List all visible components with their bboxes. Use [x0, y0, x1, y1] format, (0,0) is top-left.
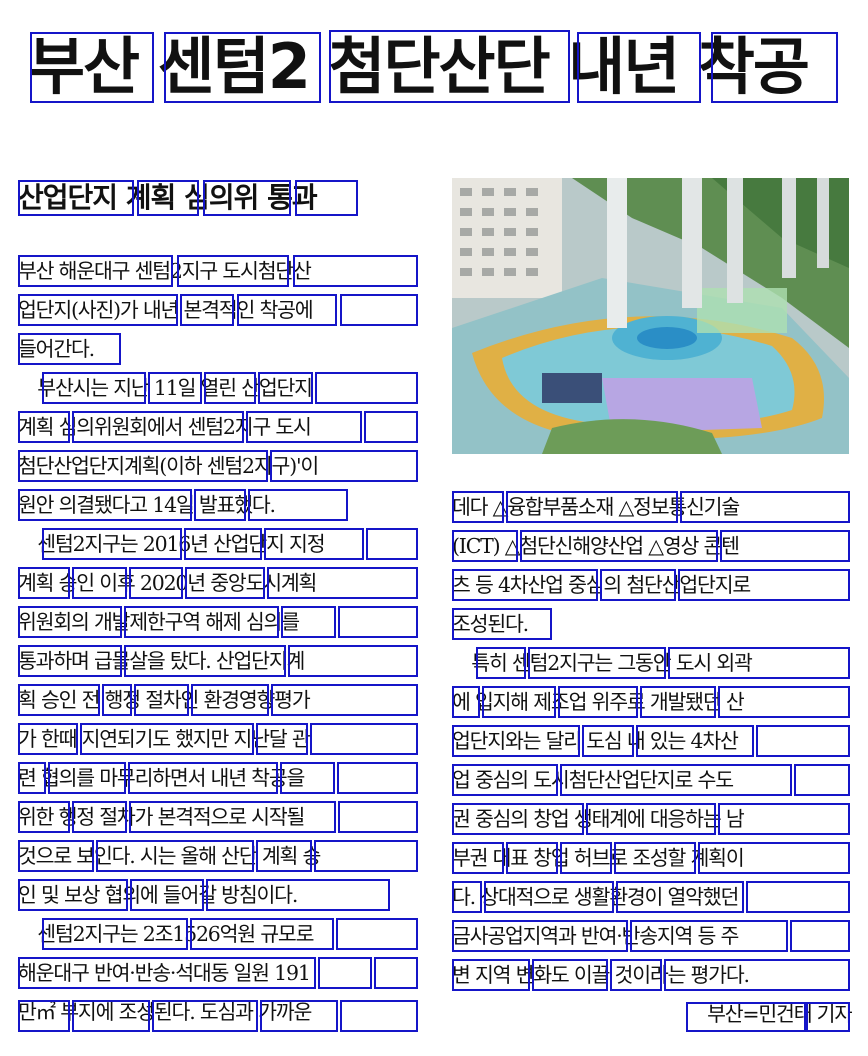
body-line: 위한 행정 절차가 본격적으로 시작될 [18, 805, 305, 829]
body-line: 것으로 보인다. 시는 올해 산단 계획 승 [18, 844, 321, 868]
body-line: 업 중심의 도시첨단산업단지로 수도 [452, 768, 734, 792]
body-line: 들어간다. [18, 337, 95, 361]
body-line: 만㎡ 부지에 조성된다. 도심과 가까운 [18, 1000, 312, 1024]
body-line: 데다 △융합부품소재 △정보통신기술 [452, 495, 740, 519]
body-line: 변 지역 변화도 이끌 것이라는 평가다. [452, 963, 750, 987]
subheadline: 산업단지 계획 심의위 통과 [18, 181, 318, 214]
body-line: 원안 의결됐다고 14일 발표했다. [18, 493, 276, 517]
body-line: 통과하며 급물살을 탔다. 산업단지계 [18, 649, 305, 673]
body-line: 해운대구 반여·반송·석대동 일원 191 [18, 961, 311, 985]
byline: 부산=민건태 기자 [707, 1002, 852, 1026]
body-line: 위원회의 개발제한구역 해제 심의를 [18, 610, 300, 634]
body-line: 획 승인 전 행정 절차인 환경영향평가 [18, 688, 311, 712]
body-line: 계획 승인 이후 2020년 중앙도시계획 [18, 571, 317, 595]
body-line: 권 중심의 창업 생태계에 대응하는 남 [452, 807, 745, 831]
body-line: 센텀2지구는 2조1526억원 규모로 [18, 922, 314, 946]
body-line: 업단지와는 달리 도심 내 있는 4차산 [452, 729, 739, 753]
body-line: 계획 심의위원회에서 센텀2지구 도시 [18, 415, 312, 439]
body-line: 련 협의를 마무리하면서 내년 착공을 [18, 766, 305, 790]
article-photo [452, 178, 849, 454]
body-line: 부산 해운대구 센텀2지구 도시첨단산 [18, 259, 312, 283]
headline: 부산 센텀2 첨단산단 내년 착공 [28, 30, 810, 103]
left-column: 부산 해운대구 센텀2지구 도시첨단산 업단지(사진)가 내년 본격적인 착공에… [18, 252, 422, 1032]
body-line: 부산시는 지난 11일 열린 산업단지 [18, 376, 313, 400]
body-line: 첨단산업단지계획(이하 센텀2지구)'이 [18, 454, 319, 478]
right-column: 데다 △융합부품소재 △정보통신기술 (ICT) △첨단신해양산업 △영상 콘텐… [452, 488, 852, 1034]
body-line: 특히 센텀2지구는 그동안 도시 외곽 [452, 651, 753, 675]
body-line: 츠 등 4차산업 중심의 첨단산업단지로 [452, 573, 751, 597]
body-line: 에 입지해 제조업 위주로 개발됐던 산 [452, 690, 745, 714]
body-line: 다. 상대적으로 생활환경이 열악했던 [452, 885, 739, 909]
body-line: 금사공업지역과 반여·반송지역 등 주 [452, 924, 739, 948]
body-line: 가 한때 지연되기도 했지만 지난달 관 [18, 727, 311, 751]
body-line: 업단지(사진)가 내년 본격적인 착공에 [18, 298, 314, 322]
body-line: 센텀2지구는 2016년 산업단지 지정 [18, 532, 325, 556]
body-line: 조성된다. [452, 612, 529, 636]
body-line: (ICT) △첨단신해양산업 △영상 콘텐 [452, 534, 740, 558]
aerial-park-photo-icon [452, 178, 849, 454]
body-line: 부권 대표 창업 허브로 조성할 계획이 [452, 846, 745, 870]
body-line: 인 및 보상 협의에 들어갈 방침이다. [18, 883, 298, 907]
